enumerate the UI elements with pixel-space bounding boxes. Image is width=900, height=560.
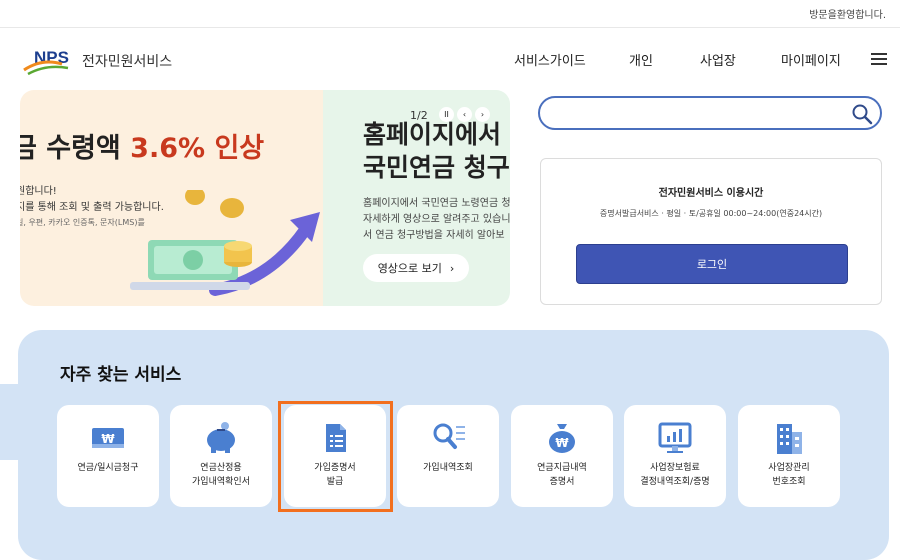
service-card-enrollment-certificate[interactable]: 가입증명서 발급: [284, 405, 386, 507]
nav-service-guide[interactable]: 서비스가이드: [514, 50, 586, 69]
service-card-label: 연금지급내역 증명서: [537, 463, 587, 487]
hamburger-menu-icon[interactable]: [871, 53, 887, 66]
service-card-label: 사업장보험료 결정내역조회/증명: [640, 463, 710, 487]
search-bar: [538, 96, 882, 130]
service-card-label: 연금/일시금청구: [77, 463, 139, 473]
service-card-label: 사업장관리 번호조회: [768, 463, 810, 487]
service-card-payment-history-certificate[interactable]: ₩ 연금지급내역 증명서: [511, 405, 613, 507]
frequent-services-title: 자주 찾는 서비스: [60, 365, 182, 385]
slide-pager: 1/2: [410, 109, 428, 122]
top-utility-bar: 방문을환영합니다.: [0, 0, 900, 28]
prev-slide-icon[interactable]: ‹: [457, 107, 472, 122]
service-hours-title: 전자민원서비스 이용시간: [658, 188, 764, 199]
service-hours-text: 증명서발급서비스 · 평일 · 토/공휴일 00:00~24:00(연중24시간…: [599, 209, 823, 218]
service-card-pension-claim[interactable]: ₩ 연금/일시금청구: [57, 405, 159, 507]
slide1-title: 금 수령액 3.6% 인상: [20, 133, 265, 164]
banner-slide-pension-increase[interactable]: 금 수령액 3.6% 인상 원합니다! 지를 통해 조회 및 출력 가능합니다.…: [20, 90, 323, 306]
nav-personal[interactable]: 개인: [629, 50, 653, 69]
slide2-description: 홈페이지에서 국민연금 노령연금 청 자세하게 영상으로 알려주고 있습니 서 …: [363, 198, 510, 241]
service-hours-panel: 전자민원서비스 이용시간 증명서발급서비스 · 평일 · 토/공휴일 00:00…: [540, 158, 882, 305]
banner-slide-video-guide[interactable]: 홈페이지에서 국민연금 청구 홈페이지에서 국민연금 노령연금 청 자세하게 영…: [323, 90, 510, 306]
login-button[interactable]: 로그인: [576, 244, 848, 284]
document-icon: [315, 420, 355, 456]
service-card-workplace-number-lookup[interactable]: 사업장관리 번호조회: [738, 405, 840, 507]
search-list-icon: [428, 420, 468, 456]
service-card-pension-calc-certificate[interactable]: 연금산정용 가입내역확인서: [170, 405, 272, 507]
slide1-line1: 원합니다!: [20, 186, 57, 197]
slide2-title: 홈페이지에서 국민연금 청구: [363, 120, 510, 182]
service-card-workplace-premium[interactable]: 사업장보험료 결정내역조회/증명: [624, 405, 726, 507]
pause-icon[interactable]: II: [439, 107, 454, 122]
site-header: NPS 전자민원서비스 서비스가이드 개인 사업장 마이페이지: [0, 28, 900, 90]
welcome-text: 방문을환영합니다.: [809, 10, 886, 21]
next-slide-icon[interactable]: ›: [475, 107, 490, 122]
monitor-chart-icon: [655, 420, 695, 456]
service-card-enrollment-history[interactable]: 가입내역조회: [397, 405, 499, 507]
service-card-label: 가입증명서 발급: [314, 463, 356, 487]
main-nav: 서비스가이드 개인 사업장 마이페이지: [0, 50, 900, 70]
nav-my-page[interactable]: 마이페이지: [781, 50, 841, 69]
svg-text:₩: ₩: [555, 436, 569, 450]
won-card-icon: ₩: [88, 420, 128, 456]
chevron-right-icon: ›: [449, 261, 455, 275]
svg-text:₩: ₩: [101, 432, 115, 446]
frequent-services-section: 자주 찾는 서비스 ₩ 연금/일시금청구 연금산정용 가입내역확인서 가입증명서…: [0, 330, 900, 560]
watch-video-button[interactable]: 영상으로 보기 ›: [363, 254, 469, 282]
main-banner: 금 수령액 3.6% 인상 원합니다! 지를 통해 조회 및 출력 가능합니다.…: [20, 90, 510, 306]
money-graph-illustration-icon: [130, 190, 320, 296]
service-card-label: 가입내역조회: [423, 463, 473, 473]
money-bag-icon: ₩: [542, 420, 582, 456]
nav-workplace[interactable]: 사업장: [700, 50, 736, 69]
piggy-bank-icon: [201, 420, 241, 456]
search-icon[interactable]: [851, 103, 873, 125]
building-icon: [769, 420, 809, 456]
service-card-label: 연금산정용 가입내역확인서: [192, 463, 250, 487]
search-input[interactable]: [554, 104, 844, 122]
